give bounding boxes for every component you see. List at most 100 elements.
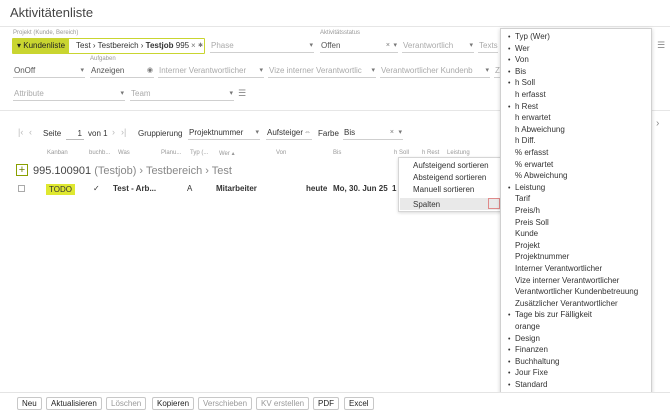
- phase-select[interactable]: Phase ▾: [210, 40, 314, 53]
- farbe-select[interactable]: Bis × ▾: [343, 127, 403, 140]
- check-dot-icon: •: [508, 34, 511, 41]
- team-placeholder: Team: [131, 89, 151, 98]
- col-leistung[interactable]: Leistung: [447, 150, 470, 156]
- status-badge[interactable]: TODO: [46, 184, 75, 195]
- column-option[interactable]: % Abweichung: [508, 170, 567, 181]
- column-option[interactable]: • Jour Fixe: [508, 367, 548, 378]
- sort-direction-select[interactable]: Aufsteiger ⇔: [266, 127, 312, 140]
- column-option[interactable]: • Wer: [508, 43, 530, 54]
- texts-field[interactable]: Texts: [478, 40, 498, 53]
- column-option[interactable]: • Typ (Wer): [508, 31, 550, 42]
- menu-sort-manual[interactable]: Manuell sortieren: [413, 185, 474, 194]
- column-option[interactable]: Verantwortlicher Kundenbetreuung: [508, 286, 638, 297]
- column-option[interactable]: • h Soll: [508, 77, 535, 88]
- column-option[interactable]: Tarif: [508, 193, 530, 204]
- clear-project-icon[interactable]: ×: [191, 41, 196, 50]
- status-select[interactable]: Offen × ▾: [320, 40, 398, 53]
- col-bis[interactable]: Bis: [333, 150, 341, 156]
- col-planung[interactable]: Planu...: [161, 150, 181, 156]
- chevron-right-icon[interactable]: ›: [656, 118, 659, 129]
- menu-spalten[interactable]: Spalten: [413, 200, 440, 209]
- column-option[interactable]: Preis Soll: [508, 217, 549, 228]
- attribute-select[interactable]: Attribute ▾: [13, 88, 125, 101]
- first-page-icon[interactable]: |‹: [18, 127, 23, 137]
- column-option[interactable]: Vize interner Verantwortlicher: [508, 275, 619, 286]
- bottom-button-kopieren[interactable]: Kopieren: [152, 397, 195, 410]
- column-option[interactable]: Interner Verantwortlicher: [508, 263, 602, 274]
- column-option[interactable]: • Bis: [508, 66, 526, 77]
- clear-farbe-icon[interactable]: ×: [390, 127, 394, 139]
- page-input[interactable]: 1: [66, 128, 84, 140]
- farbe-label: Farbe: [318, 129, 339, 138]
- bottom-button-l-schen[interactable]: Löschen: [106, 397, 147, 410]
- row-checkbox[interactable]: [18, 185, 25, 192]
- vize-verantwortlicher-select[interactable]: Vize interner Verantwortlic ▾: [268, 65, 376, 78]
- col-von[interactable]: Von: [276, 150, 286, 156]
- col-typ[interactable]: Typ (...: [190, 150, 208, 156]
- column-option[interactable]: % erfasst: [508, 147, 548, 158]
- menu-icon[interactable]: ☰: [657, 40, 665, 51]
- gruppierung-label: Gruppierung: [138, 129, 183, 138]
- bottom-button-kv-erstellen[interactable]: KV erstellen: [256, 397, 310, 410]
- submenu-arrow-icon[interactable]: [488, 198, 500, 209]
- col-wer[interactable]: Wer ▴: [219, 150, 235, 157]
- column-option[interactable]: • h Rest: [508, 101, 538, 112]
- bottom-button-neu[interactable]: Neu: [17, 397, 42, 410]
- row-von: heute: [306, 184, 328, 193]
- column-option[interactable]: h erfasst: [508, 89, 546, 100]
- bottom-button-pdf[interactable]: PDF: [313, 397, 339, 410]
- chevron-down-icon: ▾: [17, 41, 22, 50]
- column-option[interactable]: • Leistung: [508, 182, 545, 193]
- col-h-rest[interactable]: h Rest: [422, 150, 439, 156]
- kundenliste-button[interactable]: ▾ Kundenliste: [13, 39, 70, 53]
- kunden-verantwortlicher-select[interactable]: Verantwortlicher Kundenb ▾: [380, 65, 490, 78]
- col-was[interactable]: Was: [118, 150, 130, 156]
- add-activity-button[interactable]: +: [16, 164, 28, 176]
- menu-sort-asc[interactable]: Aufsteigend sortieren: [413, 161, 489, 170]
- crumb-area: Testbereich: [97, 41, 139, 50]
- verantwortlich-select[interactable]: Verantwortlich ▾: [402, 40, 474, 53]
- team-select[interactable]: Team ▾: [130, 88, 234, 101]
- row-was[interactable]: Test - Arb...: [113, 184, 156, 193]
- interner-verantwortlicher-select[interactable]: Interner Verantwortlicher ▾: [158, 65, 264, 78]
- menu-sort-desc[interactable]: Absteigend sortieren: [413, 173, 486, 182]
- title-bar: Aktivitätenliste: [0, 0, 670, 26]
- column-option[interactable]: • Buchhaltung: [508, 356, 559, 367]
- menu-icon[interactable]: ☰: [238, 88, 246, 99]
- column-option[interactable]: h erwartet: [508, 112, 551, 123]
- clear-status-icon[interactable]: ×: [386, 40, 390, 52]
- bottom-button-verschieben[interactable]: Verschieben: [198, 397, 253, 410]
- phase-placeholder: Phase: [211, 41, 234, 50]
- aufgaben-select[interactable]: Anzeigen ◉: [90, 65, 154, 78]
- column-option[interactable]: orange: [508, 321, 540, 332]
- column-option[interactable]: Projekt: [508, 240, 540, 251]
- settings-dot-icon[interactable]: ✱: [198, 42, 203, 49]
- column-option[interactable]: Preis/h: [508, 205, 540, 216]
- check-dot-icon: •: [508, 80, 511, 88]
- column-option[interactable]: • Finanzen: [508, 344, 548, 355]
- column-option-label: Von: [515, 55, 529, 65]
- column-option-label: Preis/h: [515, 206, 540, 215]
- bottom-button-excel[interactable]: Excel: [344, 397, 374, 410]
- column-option[interactable]: Kunde: [508, 228, 538, 239]
- column-option[interactable]: • Von: [508, 54, 529, 65]
- col-buchbar[interactable]: buchb...: [89, 150, 110, 156]
- onoff-select[interactable]: OnOff ▾: [13, 65, 85, 78]
- column-option[interactable]: Zusätzlicher Verantwortlicher: [508, 298, 618, 309]
- gruppierung-value: Projektnummer: [189, 128, 244, 137]
- prev-page-icon[interactable]: ‹: [29, 127, 32, 137]
- column-option[interactable]: • Tage bis zur Fälligkeit: [508, 309, 592, 320]
- column-option[interactable]: h Diff.: [508, 135, 536, 146]
- col-kanban[interactable]: Kanban: [47, 150, 68, 156]
- column-option[interactable]: • Design: [508, 333, 540, 344]
- last-page-icon[interactable]: ›|: [121, 127, 126, 137]
- column-option[interactable]: h Abweichung: [508, 124, 565, 135]
- col-h-soll[interactable]: h Soll: [394, 150, 409, 156]
- next-page-icon[interactable]: ›: [112, 127, 115, 137]
- column-option[interactable]: • Standard: [508, 379, 547, 390]
- gruppierung-select[interactable]: Projektnummer ▾: [188, 127, 260, 140]
- column-option[interactable]: % erwartet: [508, 159, 553, 170]
- column-option-label: orange: [515, 322, 540, 331]
- bottom-button-aktualisieren[interactable]: Aktualisieren: [46, 397, 102, 410]
- column-option[interactable]: Projektnummer: [508, 251, 569, 262]
